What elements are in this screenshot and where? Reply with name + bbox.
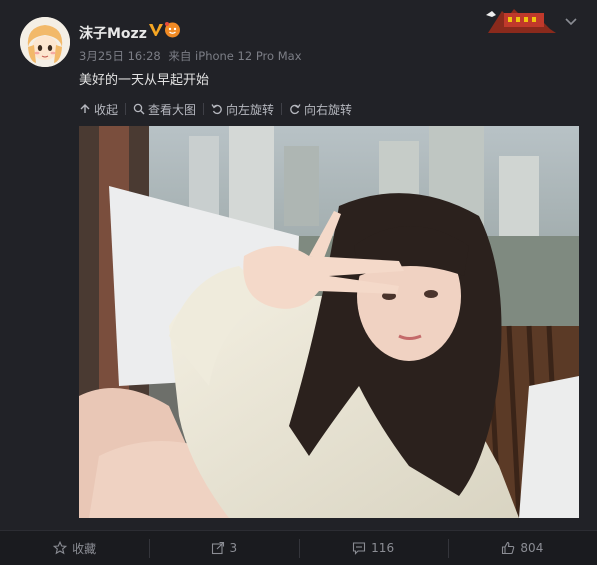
comment-count: 116 xyxy=(371,541,395,555)
avatar[interactable] xyxy=(20,17,70,67)
post-text: 美好的一天从早起开始 xyxy=(79,73,210,88)
image-toolbar: 收起 查看大图 向左旋转 向右旋转 xyxy=(79,100,352,118)
rotate-left-button[interactable]: 向左旋转 xyxy=(211,101,274,118)
view-large-button[interactable]: 查看大图 xyxy=(133,101,196,118)
post-source: 来自 iPhone 12 Pro Max xyxy=(168,49,302,63)
divider xyxy=(281,103,283,115)
post-date[interactable]: 3月25日 16:28 xyxy=(79,49,161,63)
like-count: 804 xyxy=(520,541,544,555)
post-meta: 3月25日 16:28 来自 iPhone 12 Pro Max xyxy=(79,48,306,64)
chevron-down-icon[interactable] xyxy=(564,14,578,28)
rotate-right-button[interactable]: 向右旋转 xyxy=(289,101,352,118)
decoration-banner xyxy=(486,9,556,33)
divider xyxy=(203,103,205,115)
username[interactable]: 沫子Mozz xyxy=(79,23,147,43)
repost-count: 3 xyxy=(229,541,238,555)
view-large-label: 查看大图 xyxy=(148,102,197,117)
rotate-left-label: 向左旋转 xyxy=(226,102,275,117)
collapse-icon xyxy=(80,104,90,113)
rotate-left-icon xyxy=(211,104,222,115)
rotate-right-label: 向右旋转 xyxy=(304,102,353,117)
comment-icon xyxy=(353,542,366,555)
action-bar: 收藏 3 116 804 xyxy=(0,530,597,565)
member-badge-icon[interactable] xyxy=(164,21,181,38)
favorite-button[interactable]: 收藏 xyxy=(0,531,149,565)
thumbs-up-icon xyxy=(502,541,515,555)
share-icon xyxy=(211,541,224,555)
collapse-label: 收起 xyxy=(94,102,119,117)
like-button[interactable]: 804 xyxy=(447,531,597,565)
star-icon xyxy=(53,541,68,555)
post-card: 沫子Mozz 3月25日 16:28 来自 iPhone 12 Pro Max … xyxy=(0,0,597,565)
collapse-button[interactable]: 收起 xyxy=(79,101,118,118)
post-photo[interactable] xyxy=(79,126,579,518)
favorite-label: 收藏 xyxy=(72,541,97,556)
verified-icon xyxy=(149,24,163,36)
repost-button[interactable]: 3 xyxy=(149,531,298,565)
rotate-right-icon xyxy=(290,104,301,115)
divider xyxy=(125,103,127,115)
search-icon xyxy=(133,103,145,115)
comment-button[interactable]: 116 xyxy=(298,531,448,565)
